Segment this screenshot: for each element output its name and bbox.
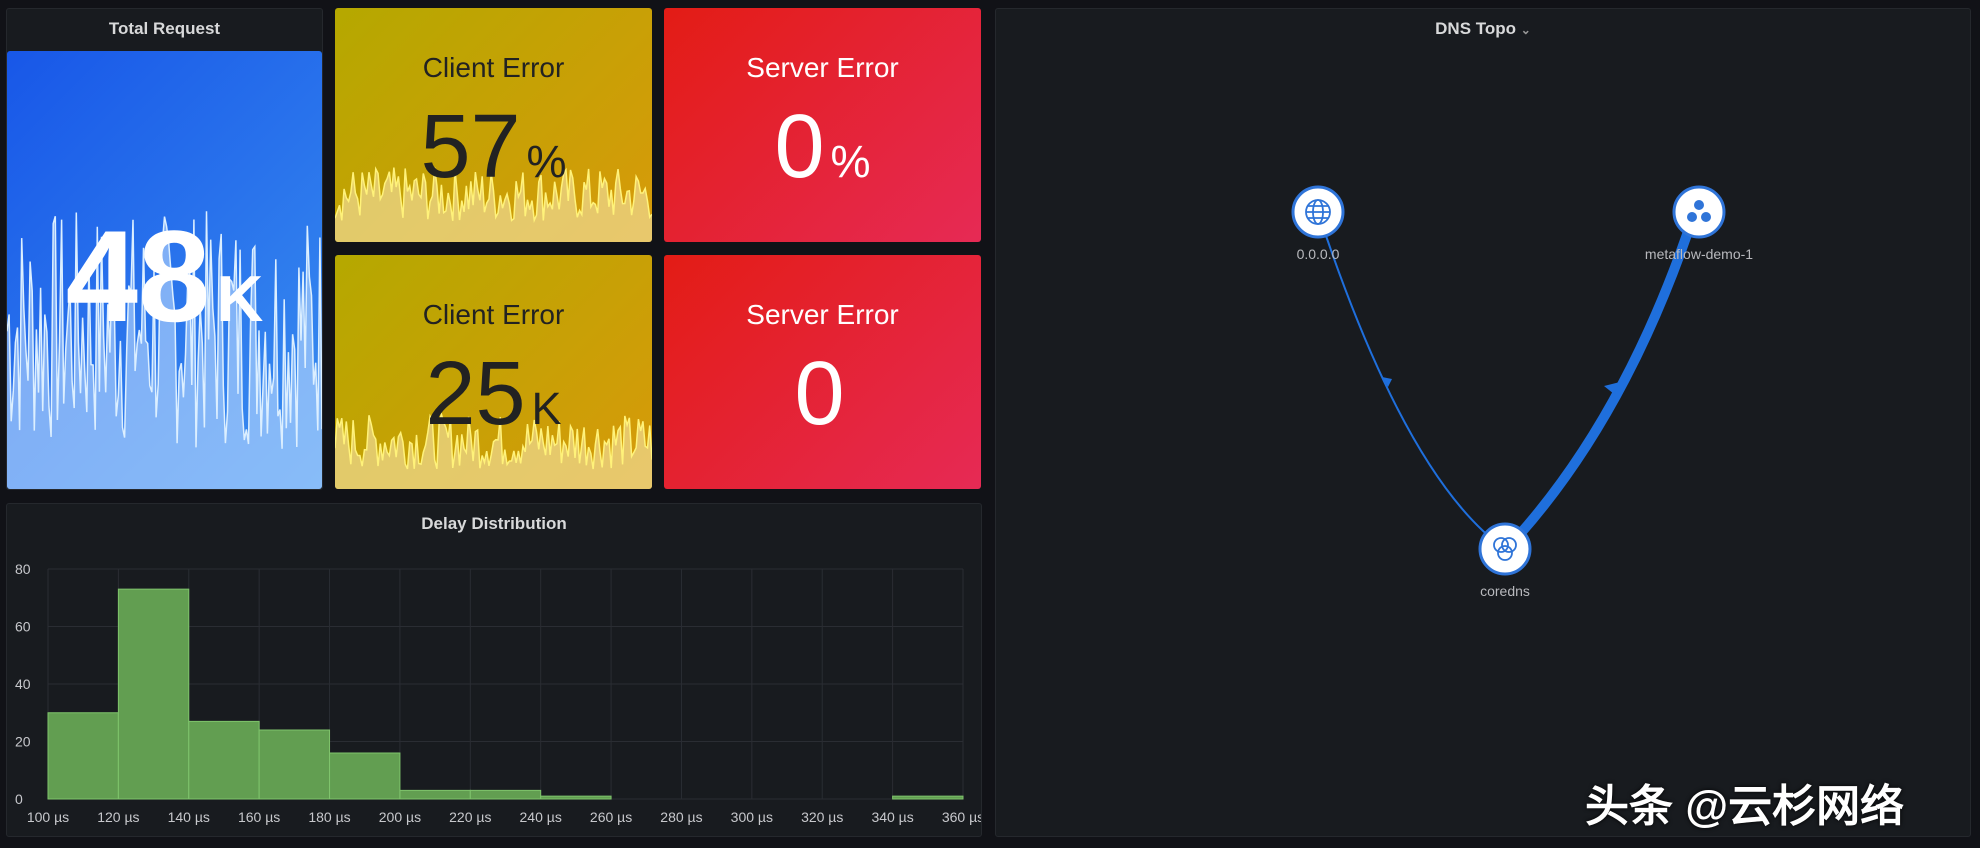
watermark: 头条 @云杉网络	[1585, 782, 1905, 831]
histogram-bar[interactable]	[188, 720, 260, 800]
node-metaflow-demo-1[interactable]: metaflow-demo-1	[1645, 185, 1753, 262]
x-tick-label: 100 µs	[27, 809, 69, 825]
x-tick-label: 320 µs	[801, 809, 843, 825]
stat-value: 0%	[664, 96, 981, 199]
x-tick-label: 140 µs	[168, 809, 210, 825]
value-number: 48	[65, 203, 211, 349]
stat-tile-server-error: Server Error 0%	[664, 8, 981, 242]
node-0000[interactable]: 0.0.0.0	[1291, 185, 1345, 262]
node-label: metaflow-demo-1	[1645, 246, 1753, 262]
x-tick-label: 240 µs	[520, 809, 562, 825]
y-tick-label: 40	[15, 676, 31, 692]
histogram-bar[interactable]	[117, 588, 190, 800]
value-number: 0	[774, 97, 825, 197]
panel-title: Total Request	[108, 19, 221, 38]
x-tick-label: 160 µs	[238, 809, 280, 825]
x-tick-label: 360 µs	[942, 809, 982, 825]
stat-value: 48K	[7, 201, 322, 351]
node-label: coredns	[1480, 583, 1530, 599]
stat-label: Server Error	[746, 299, 899, 330]
value-unit: K	[531, 383, 562, 434]
total-request-panel: Total Request 48K	[6, 8, 323, 490]
x-tick-label: 200 µs	[379, 809, 421, 825]
value-number: 57	[420, 97, 521, 197]
stat-label: Client Error	[422, 52, 565, 83]
x-tick-label: 220 µs	[449, 809, 491, 825]
edge-0000-coredns[interactable]	[1317, 211, 1506, 550]
stat-tile-client-error: Client Error 25 K	[335, 255, 652, 489]
node-label: 0.0.0.0	[1297, 246, 1340, 262]
stat-value: 57%	[335, 96, 652, 199]
value-unit: %	[526, 136, 567, 187]
histogram-bar[interactable]	[540, 795, 612, 800]
histogram-bar[interactable]	[258, 729, 331, 800]
topology-graph: 0.0.0.0 metaflow-demo-1 coredns	[1291, 185, 1753, 599]
x-tick-label: 120 µs	[97, 809, 139, 825]
stat-value: 25 K	[335, 343, 652, 446]
y-tick-label: 20	[15, 734, 31, 750]
y-tick-label: 0	[15, 791, 23, 807]
stat-tile-server-error: Server Error 0	[664, 255, 981, 489]
histogram-bar[interactable]	[399, 789, 471, 800]
delay-distribution-panel: Delay Distribution 0 20 40 60 80 100 µs 120 µs…	[6, 503, 982, 837]
value-unit: K	[216, 262, 264, 335]
histogram-bar[interactable]	[47, 712, 119, 800]
x-tick-label: 280 µs	[660, 809, 702, 825]
dns-topo-panel: DNS Topo ⌄ 0.0.0.0 metaflow-demo-1 cored…	[995, 8, 1971, 837]
value-unit: %	[830, 136, 871, 187]
stat-label: Server Error	[746, 52, 899, 83]
histogram-bar[interactable]	[469, 789, 542, 800]
histogram-bar[interactable]	[892, 795, 964, 800]
x-tick-label: 340 µs	[871, 809, 913, 825]
stat-tile-client-error: Client Error 57%	[335, 8, 652, 242]
edge-metaflow-coredns[interactable]	[1506, 209, 1699, 549]
y-tick-label: 80	[15, 561, 31, 577]
node-coredns[interactable]: coredns	[1478, 522, 1532, 599]
x-tick-label: 260 µs	[590, 809, 632, 825]
x-tick-label: 180 µs	[308, 809, 350, 825]
y-tick-label: 60	[15, 619, 31, 635]
value-number: 0	[794, 344, 845, 444]
stat-label: Client Error	[422, 299, 565, 330]
value-number: 25	[425, 344, 526, 444]
total-request-stat: 48K	[7, 51, 322, 489]
stat-value: 0	[664, 343, 981, 446]
histogram-bar[interactable]	[329, 752, 401, 800]
histogram-chart: 0 20 40 60 80 100 µs 120 µs 140 µs 160 µs 180 µs 2…	[15, 561, 982, 825]
x-tick-label: 300 µs	[731, 809, 773, 825]
